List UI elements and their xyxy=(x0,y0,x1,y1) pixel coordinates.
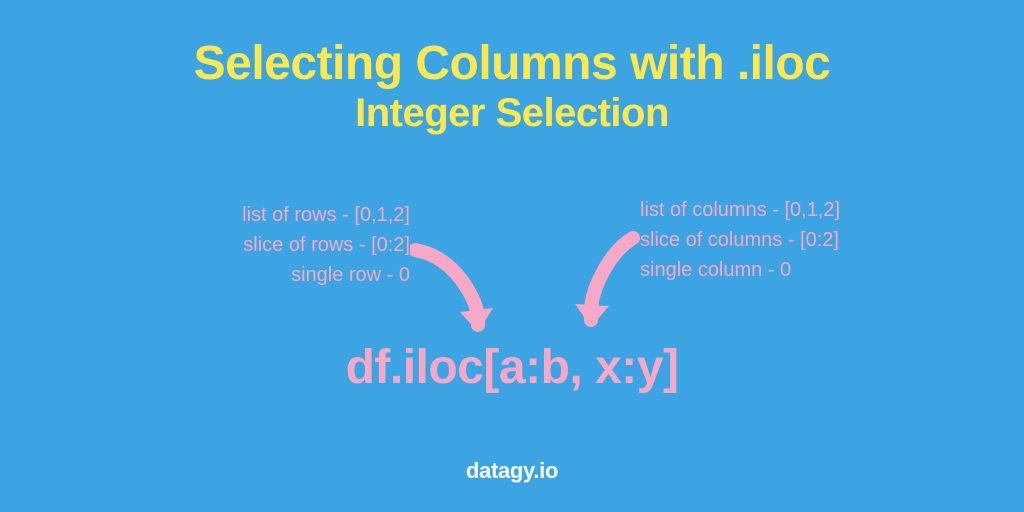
columns-annotation-line-1: list of columns - [0,1,2] xyxy=(640,195,870,225)
rows-annotation-line-1: list of rows - [0,1,2] xyxy=(200,200,410,230)
page-subtitle: Integer Selection xyxy=(0,91,1024,136)
rows-annotation-line-2: slice of rows - [0:2] xyxy=(200,230,410,260)
columns-annotation-line-2: slice of columns - [0:2] xyxy=(640,225,870,255)
rows-annotation-line-3: single row - 0 xyxy=(200,260,410,290)
columns-annotation: list of columns - [0,1,2] slice of colum… xyxy=(640,195,870,285)
code-expression: df.iloc[a:b, x:y] xyxy=(346,340,679,395)
brand-label: datagy.io xyxy=(466,458,558,484)
page-title: Selecting Columns with .iloc xyxy=(0,0,1024,91)
arrow-right-icon xyxy=(565,230,645,335)
arrow-left-icon xyxy=(410,240,505,340)
columns-annotation-line-3: single column - 0 xyxy=(640,255,870,285)
rows-annotation: list of rows - [0,1,2] slice of rows - [… xyxy=(200,200,410,290)
